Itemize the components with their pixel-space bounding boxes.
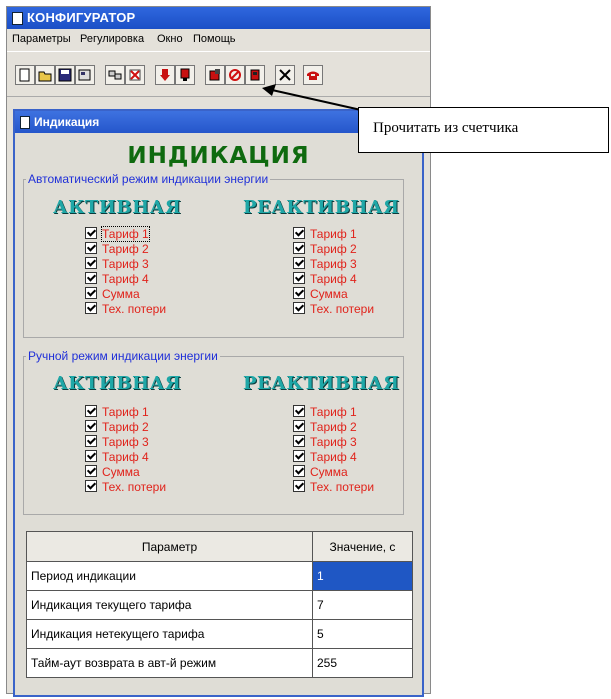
callout-arrow [262,84,362,111]
callout-read-from-meter: Прочитать из счетчика [358,107,609,153]
